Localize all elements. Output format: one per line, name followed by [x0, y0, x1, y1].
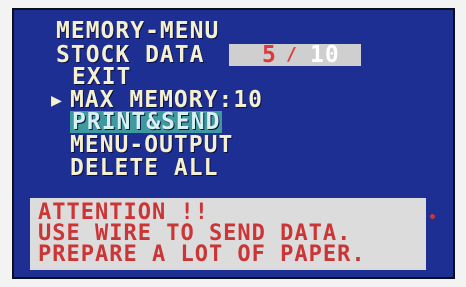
menu-title: MEMORY-MENU	[56, 18, 220, 44]
photo-frame: MEMORY-MENU STOCK DATA 5 / 10 EXIT ▶ MAX…	[0, 0, 466, 287]
stock-total-value: 10	[310, 42, 340, 68]
selection-cursor-icon: ▶	[51, 90, 63, 111]
stock-current-value: 5	[262, 42, 277, 68]
indicator-dot	[430, 214, 435, 219]
menu-item-max-memory[interactable]: MAX MEMORY:10	[70, 89, 263, 112]
menu-item-menu-output[interactable]: MENU-OUTPUT	[70, 134, 233, 157]
menu-item-delete-all[interactable]: DELETE ALL	[70, 157, 218, 180]
stock-separator: /	[286, 44, 298, 65]
attention-message-paper: PREPARE A LOT OF PAPER.	[38, 242, 366, 267]
stock-data-label: STOCK DATA	[56, 42, 205, 68]
monitor-screen: MEMORY-MENU STOCK DATA 5 / 10 EXIT ▶ MAX…	[12, 8, 455, 279]
menu-item-print-send[interactable]: PRINT&SEND	[70, 111, 223, 134]
menu-item-exit[interactable]: EXIT	[72, 66, 131, 89]
attention-panel: ATTENTION !! USE WIRE TO SEND DATA. PREP…	[30, 198, 426, 270]
